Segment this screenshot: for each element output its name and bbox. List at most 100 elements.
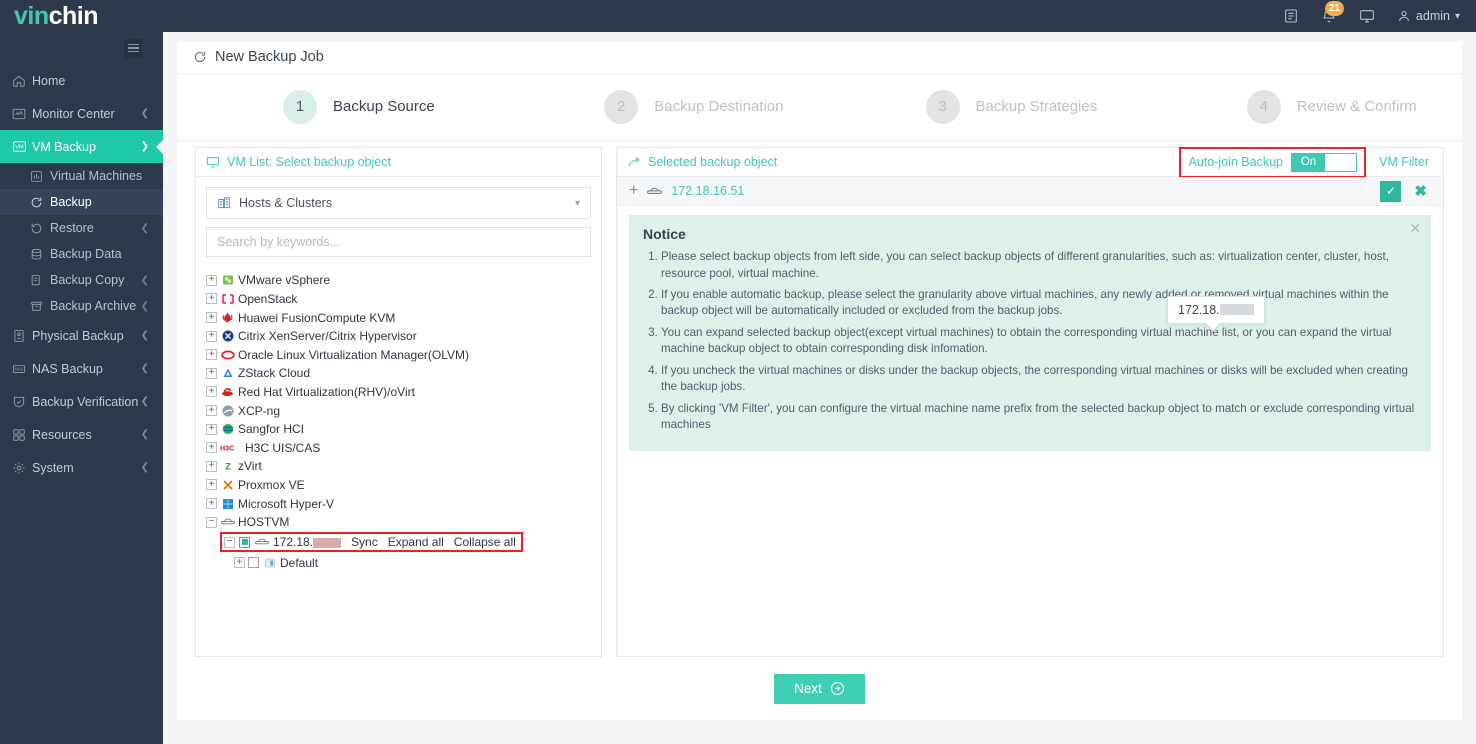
expand-icon[interactable]: + bbox=[206, 293, 217, 305]
openstack-icon bbox=[220, 293, 235, 305]
user-icon bbox=[1399, 11, 1409, 21]
sidebar-item-backup-verification[interactable]: Backup Verification ❮ bbox=[0, 385, 163, 418]
confirm-check-icon[interactable]: ✓ bbox=[1380, 180, 1402, 202]
tree-item[interactable]: + Sangfor HCI bbox=[206, 420, 591, 439]
sidebar-item-label: Backup Data bbox=[50, 247, 122, 261]
expand-icon[interactable]: + bbox=[206, 367, 217, 379]
logo-part2: chin bbox=[48, 1, 99, 30]
expand-icon[interactable]: + bbox=[206, 274, 217, 286]
sidebar-item-backup[interactable]: Backup bbox=[0, 189, 163, 215]
search-box[interactable] bbox=[206, 227, 591, 258]
step-backup-strategies[interactable]: 3 Backup Strategies bbox=[820, 89, 1141, 124]
chevron-down-icon: ▾ bbox=[1454, 10, 1460, 22]
tree-item[interactable]: + Oracle Linux Virtualization Manager(OL… bbox=[206, 345, 591, 364]
sync-link[interactable]: Sync bbox=[351, 535, 378, 549]
stepper: 1 Backup Source 2 Backup Destination 3 B… bbox=[177, 74, 1462, 142]
sidebar-item-resources[interactable]: Resources ❮ bbox=[0, 418, 163, 451]
sidebar-item-system[interactable]: System ❮ bbox=[0, 451, 163, 484]
tree-item[interactable]: + OpenStack bbox=[206, 290, 591, 309]
step-backup-destination[interactable]: 2 Backup Destination bbox=[498, 89, 819, 124]
sidebar-item-backup-archive[interactable]: Backup Archive ❮ bbox=[0, 293, 163, 319]
bell-icon[interactable]: 21 bbox=[1321, 1, 1344, 24]
tree-item[interactable]: + Citrix XenServer/Citrix Hypervisor bbox=[206, 327, 591, 346]
user-menu[interactable]: admin ▾ bbox=[1397, 9, 1460, 23]
sidebar-item-backup-data[interactable]: Backup Data bbox=[0, 241, 163, 267]
monitor-icon[interactable] bbox=[1359, 8, 1375, 24]
chevron-down-icon: ▾ bbox=[574, 197, 580, 209]
view-selector-label: Hosts & Clusters bbox=[239, 196, 333, 211]
sidebar-item-home[interactable]: Home bbox=[0, 64, 163, 97]
expand-icon[interactable]: + bbox=[206, 442, 217, 454]
sidebar-item-restore[interactable]: Restore ❮ bbox=[0, 215, 163, 241]
view-selector[interactable]: Hosts & Clusters ▾ bbox=[206, 187, 591, 220]
expand-icon[interactable]: + bbox=[206, 460, 217, 472]
zvirt-icon: Z bbox=[220, 460, 235, 473]
step-label: Backup Destination bbox=[654, 98, 784, 116]
database-icon bbox=[30, 248, 50, 261]
collapse-icon[interactable]: − bbox=[224, 536, 235, 548]
tree-item[interactable]: + Huawei FusionCompute KVM bbox=[206, 308, 591, 327]
app-root: vinchin Home Monitor Center ❮ VM VM Back… bbox=[0, 0, 1476, 744]
step-number: 2 bbox=[604, 89, 639, 124]
expand-icon[interactable]: + bbox=[629, 183, 638, 199]
sidebar-item-label: Backup Verification bbox=[32, 394, 139, 409]
h3c-icon: H3C bbox=[220, 443, 242, 453]
collapse-icon[interactable]: − bbox=[206, 516, 217, 528]
tree-item-hostvm[interactable]: − HOSTVM bbox=[206, 513, 591, 532]
tree-item-label: VMware vSphere bbox=[238, 273, 331, 288]
vm-filter-link[interactable]: VM Filter bbox=[1379, 155, 1433, 169]
tree-item-label: zVirt bbox=[238, 459, 262, 474]
search-input[interactable] bbox=[217, 235, 580, 250]
sidebar-item-nas-backup[interactable]: NAS NAS Backup ❮ bbox=[0, 352, 163, 385]
tree-item[interactable]: + VMware vSphere bbox=[206, 271, 591, 290]
step-review-confirm[interactable]: 4 Review & Confirm bbox=[1141, 89, 1462, 124]
tree-item[interactable]: + Z zVirt bbox=[206, 457, 591, 476]
sidebar-item-virtual-machines[interactable]: Virtual Machines bbox=[0, 163, 163, 189]
next-button[interactable]: Next bbox=[774, 673, 865, 704]
step-backup-source[interactable]: 1 Backup Source bbox=[177, 89, 498, 124]
content: New Backup Job 1 Backup Source 2 Backup … bbox=[163, 32, 1476, 744]
notice-list: Please select backup objects from left s… bbox=[661, 249, 1417, 434]
tree-item[interactable]: + Red Hat Virtualization(RHV)/oVirt bbox=[206, 383, 591, 402]
tree-item[interactable]: + ZStack Cloud bbox=[206, 364, 591, 383]
step-label: Backup Strategies bbox=[975, 98, 1098, 116]
document-icon[interactable] bbox=[1283, 8, 1299, 24]
sidebar-item-vm-backup[interactable]: VM VM Backup ❯ bbox=[0, 130, 163, 163]
auto-join-backup-group: Auto-join Backup On bbox=[1179, 146, 1366, 178]
tree-item[interactable]: + H3C H3C UIS/CAS bbox=[206, 438, 591, 457]
cancel-close-icon[interactable]: ✖ bbox=[1410, 182, 1431, 200]
arrow-branch-icon bbox=[627, 155, 641, 169]
sidebar-item-backup-copy[interactable]: Backup Copy ❮ bbox=[0, 267, 163, 293]
expand-icon[interactable]: + bbox=[206, 479, 217, 491]
step-number: 4 bbox=[1246, 89, 1281, 124]
selected-object-row[interactable]: + 172.18.16.51 ✓ ✖ bbox=[617, 177, 1443, 207]
expand-icon[interactable]: + bbox=[206, 498, 217, 509]
expand-all-link[interactable]: Expand all bbox=[388, 535, 444, 549]
expand-icon[interactable]: + bbox=[206, 330, 217, 342]
expand-icon[interactable]: + bbox=[206, 349, 217, 361]
notice-close-icon[interactable]: ✕ bbox=[1409, 221, 1421, 235]
notification-badge: 21 bbox=[1324, 1, 1344, 16]
sidebar-item-monitor-center[interactable]: Monitor Center ❮ bbox=[0, 97, 163, 130]
tree-item[interactable]: + Microsoft Hyper-V bbox=[206, 494, 591, 513]
hamburger-icon[interactable] bbox=[124, 38, 143, 58]
step-number: 3 bbox=[925, 89, 960, 124]
ip-tooltip: 172.18. bbox=[1167, 296, 1265, 333]
expand-icon[interactable]: + bbox=[234, 557, 245, 569]
expand-icon[interactable]: + bbox=[206, 312, 217, 324]
auto-join-toggle[interactable]: On bbox=[1291, 152, 1357, 172]
redacted-ip bbox=[1219, 304, 1254, 316]
tree-item[interactable]: + Proxmox VE bbox=[206, 476, 591, 495]
expand-icon[interactable]: + bbox=[206, 386, 217, 398]
host-checkbox[interactable] bbox=[239, 536, 250, 548]
default-checkbox[interactable] bbox=[248, 557, 259, 569]
tree-item[interactable]: + XCP-ng bbox=[206, 401, 591, 420]
sidebar-item-physical-backup[interactable]: Physical Backup ❮ bbox=[0, 319, 163, 352]
tree-item-host-selected[interactable]: − 172.18. Sync Expand all Collapse all bbox=[220, 531, 591, 553]
new-backup-job-card: New Backup Job 1 Backup Source 2 Backup … bbox=[177, 42, 1462, 720]
arrow-right-circle-icon bbox=[830, 681, 845, 696]
tree-item-default[interactable]: + Default bbox=[234, 553, 591, 572]
collapse-all-link[interactable]: Collapse all bbox=[454, 535, 516, 549]
expand-icon[interactable]: + bbox=[206, 405, 217, 417]
expand-icon[interactable]: + bbox=[206, 423, 217, 435]
